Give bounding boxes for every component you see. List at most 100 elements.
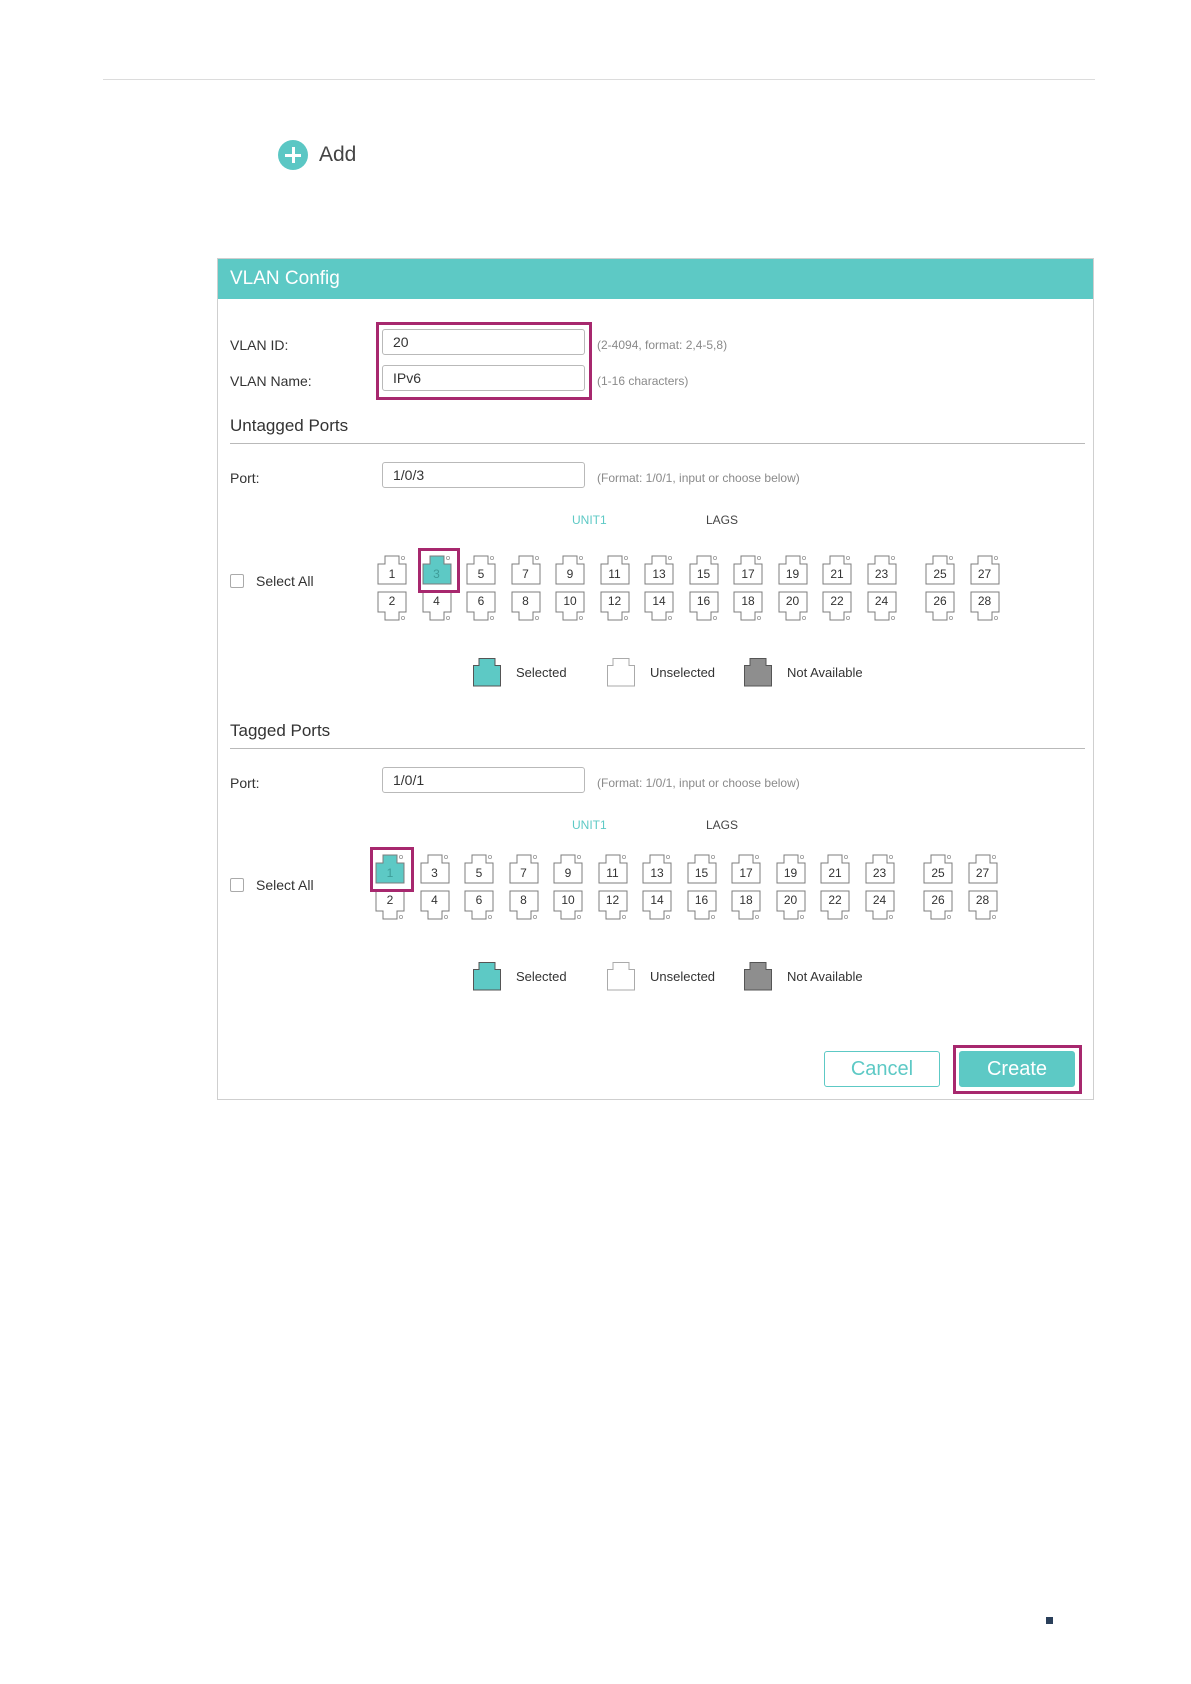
untagged-port-3[interactable]: 3 bbox=[422, 555, 452, 585]
untagged-port-6[interactable]: 6 bbox=[466, 591, 496, 621]
tagged-port-6[interactable]: 6 bbox=[464, 890, 494, 920]
legend-unselected-label: Unselected bbox=[650, 664, 716, 680]
untagged-port-9[interactable]: 9 bbox=[555, 555, 585, 585]
port-number: 27 bbox=[977, 567, 992, 581]
tagged-port-18[interactable]: 18 bbox=[731, 890, 761, 920]
untagged-port-14[interactable]: 14 bbox=[644, 591, 674, 621]
untagged-port-26[interactable]: 26 bbox=[925, 591, 955, 621]
tagged-port-19[interactable]: 19 bbox=[776, 854, 806, 884]
untagged-port-21[interactable]: 21 bbox=[822, 555, 852, 585]
port-number: 22 bbox=[828, 893, 842, 907]
untagged-port-24[interactable]: 24 bbox=[867, 591, 897, 621]
legend-selected-label: Selected bbox=[516, 968, 567, 984]
panel-title: VLAN Config bbox=[218, 259, 1093, 299]
tagged-port-9[interactable]: 9 bbox=[553, 854, 583, 884]
vlan-name-input[interactable] bbox=[382, 365, 585, 391]
untagged-port-12[interactable]: 12 bbox=[600, 591, 630, 621]
port-number: 27 bbox=[975, 866, 990, 880]
tagged-port-11[interactable]: 11 bbox=[598, 854, 628, 884]
tagged-port-22[interactable]: 22 bbox=[820, 890, 850, 920]
page-marker bbox=[1046, 1617, 1053, 1624]
untagged-port-25[interactable]: 25 bbox=[925, 555, 955, 585]
untagged-port-1[interactable]: 1 bbox=[377, 555, 407, 585]
vlan-name-hint: (1-16 characters) bbox=[597, 374, 689, 388]
tagged-select-all-checkbox[interactable] bbox=[230, 878, 244, 892]
add-button[interactable]: Add bbox=[278, 140, 356, 170]
port-number: 14 bbox=[650, 893, 664, 907]
port-number: 13 bbox=[650, 866, 664, 880]
untagged-port-2[interactable]: 2 bbox=[377, 591, 407, 621]
untagged-port-28[interactable]: 28 bbox=[970, 591, 1000, 621]
untagged-port-23[interactable]: 23 bbox=[867, 555, 897, 585]
port-number: 19 bbox=[783, 866, 798, 880]
tagged-port-28[interactable]: 28 bbox=[968, 890, 998, 920]
tagged-port-7[interactable]: 7 bbox=[509, 854, 539, 884]
port-number: 13 bbox=[652, 567, 666, 581]
vlan-id-input[interactable] bbox=[382, 329, 585, 355]
tagged-port-input[interactable] bbox=[382, 767, 585, 793]
port-number: 17 bbox=[741, 567, 755, 581]
tagged-port-20[interactable]: 20 bbox=[776, 890, 806, 920]
untagged-port-4[interactable]: 4 bbox=[422, 591, 452, 621]
port-number: 26 bbox=[933, 594, 947, 608]
untagged-port-17[interactable]: 17 bbox=[733, 555, 763, 585]
untagged-select-all-checkbox[interactable] bbox=[230, 574, 244, 588]
untagged-port-20[interactable]: 20 bbox=[778, 591, 808, 621]
untagged-legend-not-available: Not Available bbox=[743, 657, 863, 687]
tagged-port-2[interactable]: 2 bbox=[375, 890, 405, 920]
tagged-port-27[interactable]: 27 bbox=[968, 854, 998, 884]
port-number: 2 bbox=[386, 893, 394, 907]
untagged-lags-label: LAGS bbox=[706, 513, 739, 527]
untagged-port-16[interactable]: 16 bbox=[689, 591, 719, 621]
untagged-select-all-label[interactable]: Select All bbox=[256, 573, 314, 589]
tagged-port-23[interactable]: 23 bbox=[865, 854, 895, 884]
port-number: 5 bbox=[477, 567, 485, 581]
tagged-port-17[interactable]: 17 bbox=[731, 854, 761, 884]
untagged-port-18[interactable]: 18 bbox=[733, 591, 763, 621]
tagged-port-10[interactable]: 10 bbox=[553, 890, 583, 920]
untagged-port-19[interactable]: 19 bbox=[778, 555, 808, 585]
port-number: 20 bbox=[783, 893, 798, 907]
tagged-port-4[interactable]: 4 bbox=[420, 890, 450, 920]
tagged-port-24[interactable]: 24 bbox=[865, 890, 895, 920]
legend-not-available-label: Not Available bbox=[787, 664, 863, 680]
untagged-port-7[interactable]: 7 bbox=[511, 555, 541, 585]
port-number: 11 bbox=[606, 866, 619, 880]
tagged-port-16[interactable]: 16 bbox=[687, 890, 717, 920]
top-divider bbox=[103, 79, 1095, 80]
port-number: 14 bbox=[652, 594, 666, 608]
untagged-unit-label: UNIT1 bbox=[572, 513, 607, 527]
tagged-port-14[interactable]: 14 bbox=[642, 890, 672, 920]
tagged-port-1[interactable]: 1 bbox=[375, 854, 405, 884]
untagged-port-15[interactable]: 15 bbox=[689, 555, 719, 585]
tagged-port-15[interactable]: 15 bbox=[687, 854, 717, 884]
create-button[interactable]: Create bbox=[959, 1051, 1075, 1087]
tagged-port-25[interactable]: 25 bbox=[923, 854, 953, 884]
tagged-unit-label: UNIT1 bbox=[572, 818, 607, 832]
tagged-legend-selected: Selected bbox=[472, 961, 567, 991]
tagged-divider bbox=[230, 748, 1085, 749]
tagged-select-all-label[interactable]: Select All bbox=[256, 877, 314, 893]
tagged-port-21[interactable]: 21 bbox=[820, 854, 850, 884]
untagged-port-10[interactable]: 10 bbox=[555, 591, 585, 621]
tagged-port-3[interactable]: 3 bbox=[420, 854, 450, 884]
untagged-port-8[interactable]: 8 bbox=[511, 591, 541, 621]
tagged-port-13[interactable]: 13 bbox=[642, 854, 672, 884]
legend-unselected-label: Unselected bbox=[650, 968, 716, 984]
untagged-port-input[interactable] bbox=[382, 462, 585, 488]
port-number: 15 bbox=[694, 866, 709, 880]
untagged-port-11[interactable]: 11 bbox=[600, 555, 630, 585]
vlan-id-label: VLAN ID: bbox=[230, 337, 289, 353]
tagged-legend-not-available: Not Available bbox=[743, 961, 863, 991]
port-number: 22 bbox=[830, 594, 844, 608]
untagged-port-5[interactable]: 5 bbox=[466, 555, 496, 585]
tagged-legend-unselected: Unselected bbox=[606, 961, 715, 991]
untagged-port-27[interactable]: 27 bbox=[970, 555, 1000, 585]
tagged-port-5[interactable]: 5 bbox=[464, 854, 494, 884]
tagged-port-8[interactable]: 8 bbox=[509, 890, 539, 920]
cancel-button[interactable]: Cancel bbox=[824, 1051, 940, 1087]
untagged-port-13[interactable]: 13 bbox=[644, 555, 674, 585]
tagged-port-26[interactable]: 26 bbox=[923, 890, 953, 920]
untagged-port-22[interactable]: 22 bbox=[822, 591, 852, 621]
tagged-port-12[interactable]: 12 bbox=[598, 890, 628, 920]
